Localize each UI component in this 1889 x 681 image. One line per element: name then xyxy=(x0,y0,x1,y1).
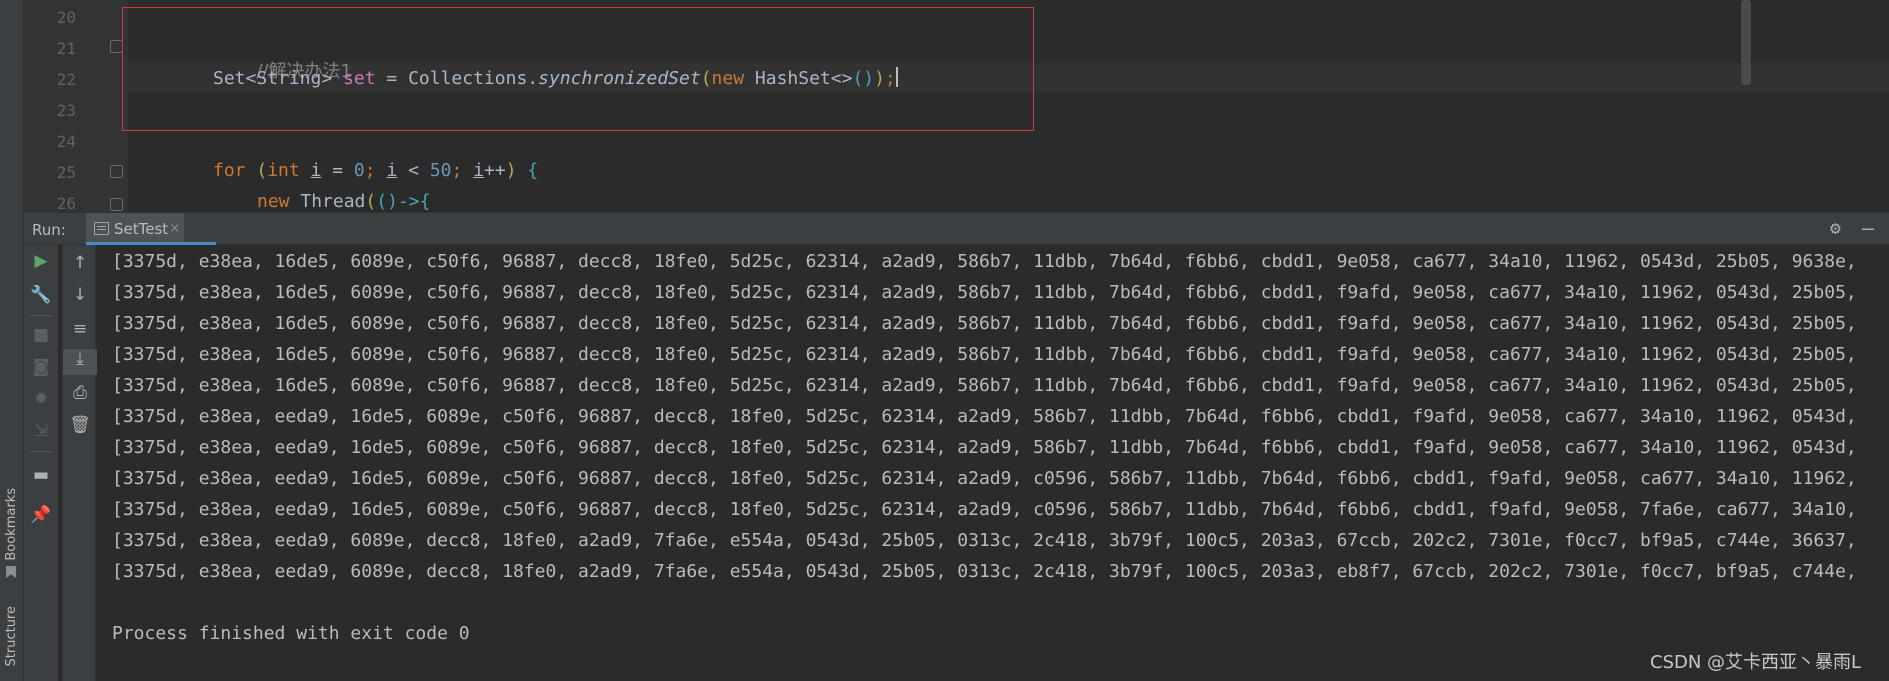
tab-settest[interactable]: SetTest × xyxy=(86,213,185,245)
close-icon[interactable]: × xyxy=(169,213,180,245)
process-finished-text: Process finished with exit code 0 xyxy=(112,623,470,644)
gear-icon[interactable]: ⚙ xyxy=(1830,218,1841,239)
number-token: 0 xyxy=(353,160,365,181)
stop-icon[interactable]: ■ xyxy=(24,325,58,345)
tab-label: SetTest xyxy=(114,220,169,238)
console-line: [3375d, e38ea, 16de5, 6089e, c50f6, 9688… xyxy=(112,313,1857,334)
soft-wrap-icon[interactable]: ≡ xyxy=(63,319,97,339)
editor-scrollbar[interactable] xyxy=(1741,0,1751,85)
keyword-token: int xyxy=(267,160,311,181)
run-toolbar-secondary: ↑ ↓ ≡ ⤓ ⎙ 🗑 xyxy=(62,245,97,681)
keyword-token: new xyxy=(257,191,301,212)
red-highlight-box xyxy=(122,7,1034,131)
line-number: 22 xyxy=(56,70,76,89)
console-line: [3375d, e38ea, eeda9, 6089e, decc8, 18fe… xyxy=(112,530,1857,551)
paren-token: ) xyxy=(505,160,517,181)
line-gutter: 20 21 22 23 24 25 26 xyxy=(24,0,128,212)
semicolon-token: ; xyxy=(451,160,474,181)
fold-marker-icon[interactable] xyxy=(110,165,123,178)
console-line: [3375d, e38ea, 16de5, 6089e, c50f6, 9688… xyxy=(112,251,1857,272)
line-number: 20 xyxy=(56,8,76,27)
scroll-to-end-icon[interactable]: ⤓ xyxy=(63,349,97,375)
layout-icon[interactable]: ▬ xyxy=(24,465,58,485)
class-token: Thread xyxy=(300,191,366,212)
line-number: 21 xyxy=(56,39,76,58)
minimize-icon[interactable]: — xyxy=(1862,216,1874,240)
semicolon-token: ; xyxy=(364,160,387,181)
loop-variable-token: i xyxy=(386,160,398,181)
exit-icon[interactable]: ⇲ xyxy=(24,421,58,441)
console-tab-icon xyxy=(94,222,109,235)
run-label: Run: xyxy=(32,221,66,239)
number-token: 50 xyxy=(429,160,452,181)
structure-tab[interactable]: Structure xyxy=(4,606,19,666)
operator-token: ++ xyxy=(484,160,506,181)
loop-variable-token: i xyxy=(473,160,485,181)
code-line-thread: new Thread(()->{ xyxy=(257,191,430,212)
code-editor[interactable]: 20 21 22 23 24 25 26 //解决办法1 Set<String>… xyxy=(24,0,1889,212)
console-line: [3375d, e38ea, 16de5, 6089e, c50f6, 9688… xyxy=(112,344,1857,365)
wrench-icon[interactable]: 🔧 xyxy=(24,285,58,305)
bookmarks-tab[interactable]: Bookmarks xyxy=(4,488,19,561)
console-line: [3375d, e38ea, eeda9, 6089e, decc8, 18fe… xyxy=(112,561,1857,582)
code-line-for: for (int i = 0; i < 50; i++) { xyxy=(213,160,538,181)
arrow-up-icon[interactable]: ↑ xyxy=(63,253,97,273)
keyword-token: for xyxy=(213,160,257,181)
debug-icon[interactable]: ✹ xyxy=(24,389,58,409)
loop-variable-token: i xyxy=(310,160,322,181)
console-output[interactable]: [3375d, e38ea, 16de5, 6089e, c50f6, 9688… xyxy=(97,245,1889,681)
bookmark-icon xyxy=(6,566,16,578)
line-number: 23 xyxy=(56,101,76,120)
operator-token: = xyxy=(321,160,354,181)
paren-token: ( xyxy=(365,191,377,212)
fold-marker-icon[interactable] xyxy=(110,198,123,211)
brace-token: { xyxy=(419,191,431,212)
run-toolbar-primary: ▶ 🔧 ■ ◙ ✹ ⇲ ▬ 📌 xyxy=(24,245,58,681)
line-number: 25 xyxy=(56,163,76,182)
console-line: [3375d, e38ea, eeda9, 16de5, 6089e, c50f… xyxy=(112,437,1857,458)
console-line: [3375d, e38ea, 16de5, 6089e, c50f6, 9688… xyxy=(112,282,1857,303)
lambda-token: ()-> xyxy=(376,191,420,212)
console-line: [3375d, e38ea, eeda9, 16de5, 6089e, c50f… xyxy=(112,406,1857,427)
arrow-down-icon[interactable]: ↓ xyxy=(63,285,97,305)
console-line: [3375d, e38ea, eeda9, 16de5, 6089e, c50f… xyxy=(112,468,1857,489)
brace-token: { xyxy=(516,160,539,181)
left-tool-strip: Bookmarks Structure xyxy=(0,0,24,681)
run-tool-window-header: Run: SetTest × ⚙ — xyxy=(24,212,1889,245)
line-number: 24 xyxy=(56,132,76,151)
rerun-icon[interactable]: ▶ xyxy=(24,251,58,271)
paren-token: ( xyxy=(256,160,268,181)
console-line: [3375d, e38ea, 16de5, 6089e, c50f6, 9688… xyxy=(112,375,1857,396)
pin-icon[interactable]: 📌 xyxy=(24,505,58,525)
print-icon[interactable]: ⎙ xyxy=(63,383,97,403)
console-line: [3375d, e38ea, eeda9, 16de5, 6089e, c50f… xyxy=(112,499,1857,520)
line-number: 26 xyxy=(56,194,76,212)
csdn-watermark: CSDN @艾卡西亚丶暴雨L xyxy=(1650,652,1862,673)
trash-icon[interactable]: 🗑 xyxy=(63,415,97,435)
operator-token: < xyxy=(397,160,430,181)
camera-icon[interactable]: ◙ xyxy=(24,357,58,377)
